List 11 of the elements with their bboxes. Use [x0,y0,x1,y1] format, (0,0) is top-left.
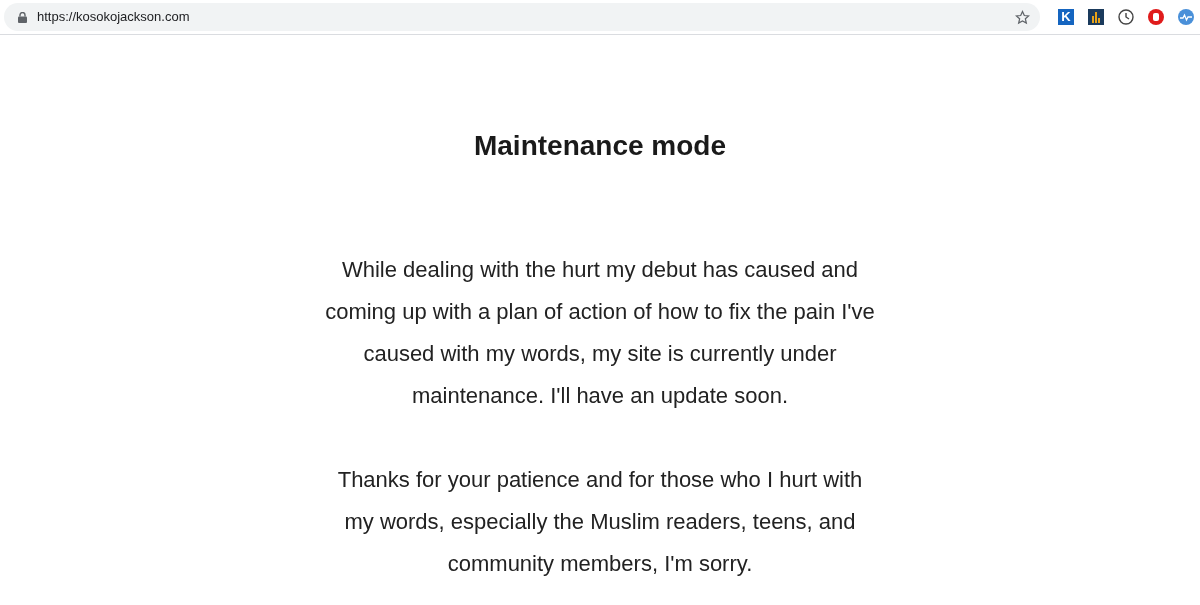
page-title: Maintenance mode [473,129,727,163]
star-icon[interactable] [1015,9,1030,25]
pulse-icon[interactable] [1178,9,1194,25]
address-bar[interactable]: https://kosokojackson.com [4,3,1040,31]
clock-icon[interactable] [1118,9,1134,25]
extension-icon[interactable]: K [1058,9,1074,25]
paragraph: Thanks for your patience and for those who I hurt with my words, especially the Muslim readers, teens, and community members, I'm sorry. [336,466,864,578]
paragraph: While dealing with the hurt my debut has caused and coming up with a plan of action of how to fix the pain I've caused with my words, my site is currently under maintenance. I'll have an update soon. [324,256,876,410]
url-text: https://kosokojackson.com [37,8,190,27]
lock-icon [18,11,27,23]
bar-chart-icon[interactable] [1088,9,1104,25]
